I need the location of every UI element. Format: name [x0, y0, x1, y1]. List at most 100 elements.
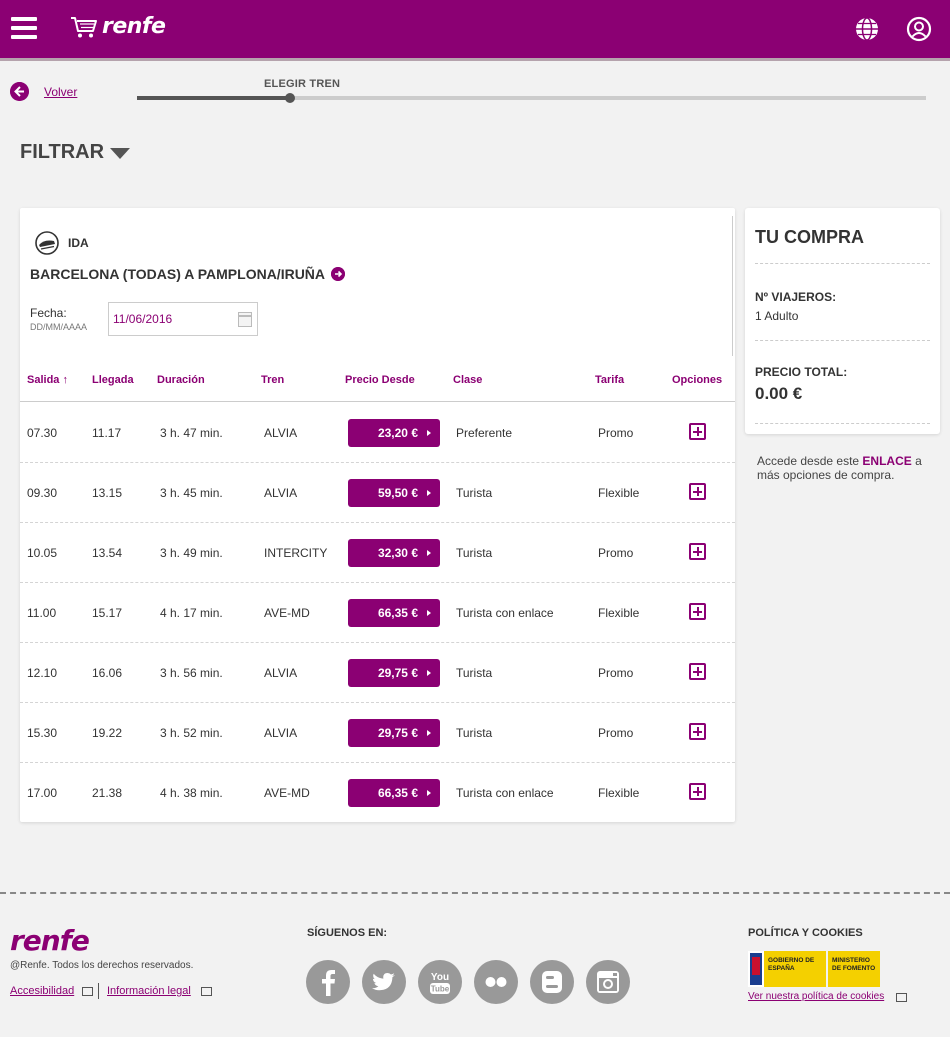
purchase-summary: TU COMPRA Nº VIAJEROS: 1 Adulto PRECIO T… [745, 208, 940, 434]
filter-toggle[interactable]: FILTRAR [20, 141, 131, 164]
play-arrow-icon [427, 550, 431, 556]
total-price-value: 0.00 € [755, 384, 803, 403]
cell-clase: Turista [456, 546, 493, 560]
cookie-policy-link[interactable]: Ver nuestra política de cookies [748, 991, 884, 1002]
date-field[interactable] [108, 302, 259, 336]
plus-square-icon[interactable] [689, 543, 706, 560]
price-value: 59,50 € [377, 486, 418, 500]
social-heading: SÍGUENOS EN: [307, 927, 388, 939]
table-row: 10.05 13.54 3 h. 49 min. INTERCITY Turista Pr… [20, 523, 735, 583]
travelers-label: Nº VIAJEROS: [755, 290, 837, 304]
play-arrow-icon [427, 610, 431, 616]
direction-label: IDA [68, 236, 89, 250]
cell-tarifa: Flexible [598, 606, 640, 620]
youtube-icon[interactable]: You Tube [418, 960, 462, 1004]
header-tarifa[interactable]: Tarifa [595, 374, 624, 386]
divider [755, 423, 930, 424]
price-button[interactable]: 29,75 € [348, 719, 440, 747]
calendar-icon[interactable] [238, 312, 252, 327]
cell-llegada: 19.22 [92, 726, 123, 740]
cell-clase: Turista [456, 726, 493, 740]
user-icon[interactable] [906, 16, 932, 42]
caret-down-icon [110, 148, 131, 159]
blogger-icon[interactable] [530, 960, 574, 1004]
sort-arrow-icon: ↑ [62, 374, 68, 386]
price-button[interactable]: 29,75 € [348, 659, 440, 687]
total-price-label: PRECIO TOTAL: [755, 365, 848, 379]
enlace-link[interactable]: ENLACE [862, 454, 911, 468]
globe-icon[interactable] [854, 16, 880, 42]
cell-llegada: 21.38 [92, 786, 123, 800]
cell-tarifa: Promo [598, 546, 634, 560]
cell-tarifa: Promo [598, 666, 634, 680]
footer-link-separator [98, 983, 99, 999]
price-value: 29,75 € [377, 666, 418, 680]
header-salida[interactable]: Salida ↑ [27, 374, 68, 386]
cell-tren: ALVIA [264, 426, 298, 440]
accessibility-link[interactable]: Accesibilidad [10, 985, 74, 997]
cell-duracion: 3 h. 56 min. [160, 666, 223, 680]
header-duracion[interactable]: Duración [157, 374, 205, 386]
cell-duracion: 3 h. 52 min. [160, 726, 223, 740]
plus-square-icon[interactable] [689, 723, 706, 740]
legal-info-link[interactable]: Información legal [107, 985, 191, 997]
cell-salida: 07.30 [27, 426, 58, 440]
external-window-icon [896, 993, 907, 1002]
divider [755, 263, 930, 264]
cell-salida: 11.00 [27, 606, 57, 620]
top-navigation-bar: renfe [0, 0, 950, 58]
price-button[interactable]: 23,20 € [348, 419, 440, 447]
cell-salida: 15.30 [27, 726, 58, 740]
header-llegada[interactable]: Llegada [92, 374, 134, 386]
cell-duracion: 4 h. 38 min. [160, 786, 223, 800]
arrow-right-circle-icon[interactable] [331, 267, 346, 281]
renfe-logo[interactable]: renfe [70, 14, 166, 39]
government-logo: GOBIERNO DE ESPAÑA MINISTERIO DE FOMENTO [748, 951, 880, 987]
header-precio[interactable]: Precio Desde [345, 374, 415, 386]
cell-tarifa: Promo [598, 426, 634, 440]
train-results-card: IDA BARCELONA (TODAS) A PAMPLONA/IRUÑA F… [20, 208, 735, 822]
back-link[interactable]: Volver [44, 85, 77, 99]
cell-duracion: 4 h. 17 min. [160, 606, 223, 620]
flickr-icon[interactable] [474, 960, 518, 1004]
price-button[interactable]: 66,35 € [348, 599, 440, 627]
table-row: 09.30 13.15 3 h. 45 min. ALVIA Turista Flexib… [20, 463, 735, 523]
plus-square-icon[interactable] [689, 663, 706, 680]
table-row: 11.00 15.17 4 h. 17 min. AVE-MD Turista con … [20, 583, 735, 643]
brand-name: renfe [102, 14, 166, 39]
cell-duracion: 3 h. 47 min. [160, 426, 223, 440]
cart-icon [71, 16, 97, 37]
plus-square-icon[interactable] [689, 603, 706, 620]
header-tren[interactable]: Tren [261, 374, 284, 386]
back-arrow-icon[interactable] [10, 82, 29, 101]
price-button[interactable]: 32,30 € [348, 539, 440, 567]
price-value: 66,35 € [377, 606, 418, 620]
progress-track-complete [137, 96, 287, 100]
instagram-icon[interactable] [586, 960, 630, 1004]
cell-tarifa: Flexible [598, 486, 640, 500]
copyright-text: @Renfe. Todos los derechos reservados. [10, 960, 194, 971]
date-input[interactable] [109, 303, 259, 335]
cell-llegada: 13.15 [92, 486, 123, 500]
facebook-icon[interactable] [306, 960, 350, 1004]
train-icon [35, 231, 59, 255]
cell-llegada: 15.17 [92, 606, 123, 620]
plus-square-icon[interactable] [689, 783, 706, 800]
policy-heading: POLÍTICA Y COOKIES [748, 927, 863, 939]
route-title: BARCELONA (TODAS) A PAMPLONA/IRUÑA [30, 266, 346, 282]
cell-clase: Turista [456, 666, 493, 680]
table-row: 15.30 19.22 3 h. 52 min. ALVIA Turista Promo 2… [20, 703, 735, 763]
hamburger-menu-icon[interactable] [11, 17, 37, 39]
cell-duracion: 3 h. 45 min. [160, 486, 223, 500]
footer-divider [0, 892, 950, 894]
price-button[interactable]: 66,35 € [348, 779, 440, 807]
plus-square-icon[interactable] [689, 423, 706, 440]
plus-square-icon[interactable] [689, 483, 706, 500]
price-value: 66,35 € [377, 786, 418, 800]
price-button[interactable]: 59,50 € [348, 479, 440, 507]
cell-tren: INTERCITY [264, 546, 328, 560]
header-clase[interactable]: Clase [453, 374, 482, 386]
external-window-icon [201, 987, 212, 996]
more-options-note: Accede desde este ENLACE a más opciones … [757, 454, 922, 482]
twitter-icon[interactable] [362, 960, 406, 1004]
